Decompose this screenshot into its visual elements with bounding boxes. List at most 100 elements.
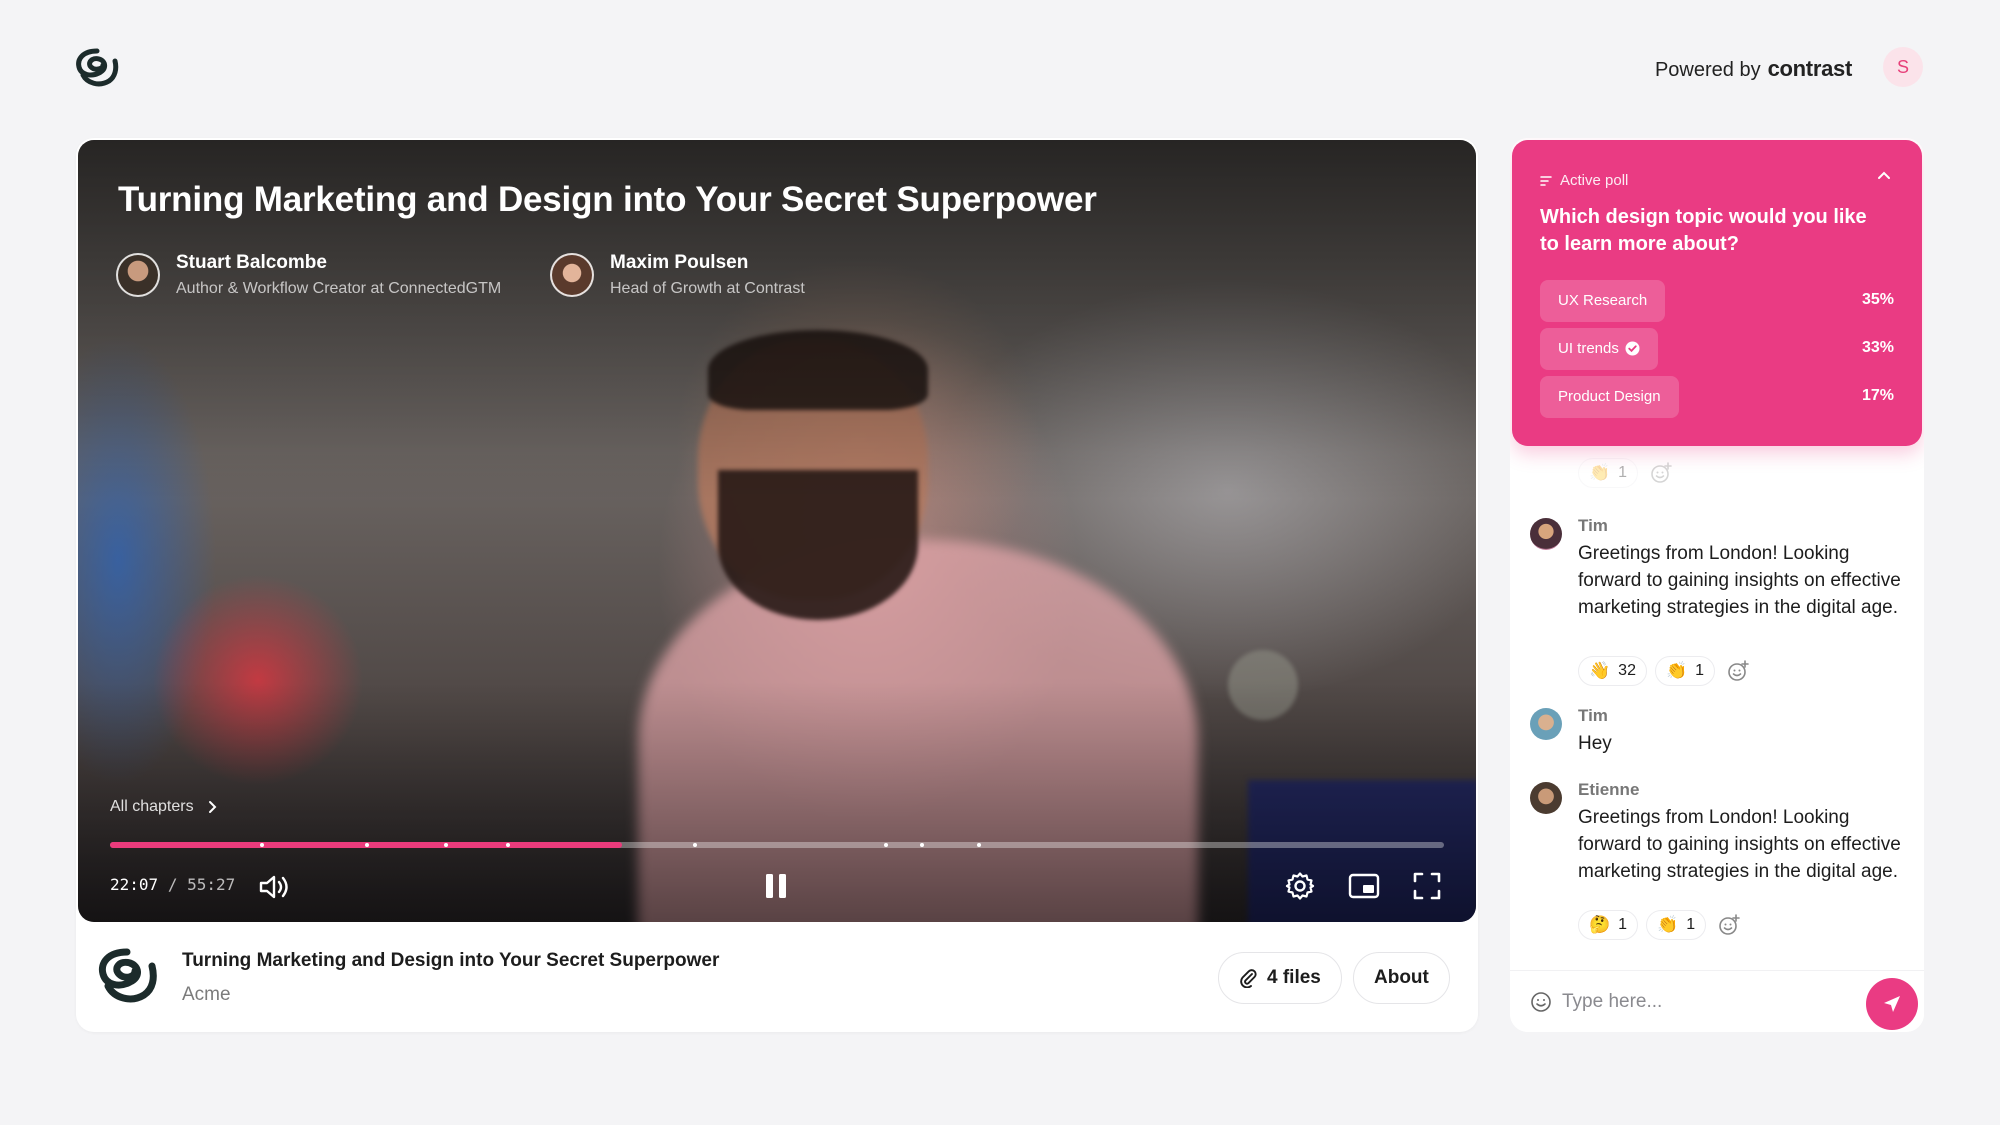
poll-option-label: UX Research bbox=[1558, 292, 1648, 309]
reaction-chip[interactable]: 👏 1 bbox=[1654, 656, 1716, 686]
message-text: Greetings from London! Looking forward t… bbox=[1578, 807, 1901, 882]
about-label: About bbox=[1374, 967, 1429, 988]
speaker-1-avatar bbox=[116, 253, 160, 297]
poll-option[interactable]: UX Research 35% bbox=[1540, 280, 1894, 322]
reaction-emoji: 👏 bbox=[1665, 661, 1688, 680]
chat-panel: Active poll Which design topic would you… bbox=[1510, 138, 1924, 1032]
volume-icon bbox=[259, 875, 288, 899]
speaker-1-role: Author & Workflow Creator at ConnectedGT… bbox=[176, 280, 502, 297]
chapter-marker[interactable] bbox=[365, 843, 369, 847]
poll-question: Which design topic would you like to lea… bbox=[1540, 206, 1867, 255]
collapse-poll-icon[interactable] bbox=[1876, 170, 1892, 182]
speaker-2: Maxim Poulsen Head of Growth at Contrast bbox=[550, 252, 805, 298]
picture-in-picture-button[interactable] bbox=[1347, 870, 1381, 902]
all-chapters-label: All chapters bbox=[110, 798, 194, 815]
volume-button[interactable] bbox=[257, 872, 293, 902]
progress-bar[interactable] bbox=[110, 842, 1444, 848]
all-chapters-button[interactable]: All chapters bbox=[110, 798, 218, 816]
pause-icon bbox=[766, 874, 786, 898]
speaker-2-name: Maxim Poulsen bbox=[610, 252, 749, 273]
message-text: Hey bbox=[1578, 733, 1612, 754]
about-button[interactable]: About bbox=[1353, 952, 1450, 1004]
speaker-2-avatar bbox=[550, 253, 594, 297]
message-author: Etienne bbox=[1578, 780, 1640, 799]
chapter-marker[interactable] bbox=[920, 843, 924, 847]
chapter-marker[interactable] bbox=[884, 843, 888, 847]
chat-input[interactable] bbox=[1562, 985, 1842, 1019]
pause-button[interactable] bbox=[761, 870, 791, 902]
active-poll: Active poll Which design topic would you… bbox=[1512, 140, 1922, 446]
user-avatar[interactable]: S bbox=[1883, 47, 1923, 87]
duration: 55:27 bbox=[187, 875, 236, 894]
time-separator: / bbox=[167, 875, 178, 894]
current-time: 22:07 bbox=[110, 875, 159, 894]
poll-option[interactable]: UI trends 33% bbox=[1540, 328, 1894, 370]
settings-button[interactable] bbox=[1284, 870, 1316, 902]
chapter-marker[interactable] bbox=[260, 843, 264, 847]
poll-option-label: UI trends bbox=[1558, 340, 1619, 357]
previous-message-reactions: 👏 1 bbox=[1578, 458, 1676, 488]
chapter-marker[interactable] bbox=[693, 843, 697, 847]
gear-icon bbox=[1285, 872, 1315, 900]
reaction-emoji: 👏 bbox=[1589, 463, 1611, 482]
send-button[interactable] bbox=[1866, 978, 1918, 1030]
video-player[interactable]: Turning Marketing and Design into Your S… bbox=[78, 140, 1476, 922]
add-reaction-button[interactable] bbox=[1646, 458, 1676, 488]
poll-label: Active poll bbox=[1560, 172, 1629, 189]
reaction-chip[interactable]: 👏 1 bbox=[1578, 458, 1639, 488]
reaction-emoji: 👏 bbox=[1657, 915, 1679, 934]
contrast-wordmark[interactable]: contrast bbox=[1768, 56, 1853, 82]
fullscreen-icon bbox=[1413, 872, 1441, 900]
poll-header: Active poll bbox=[1540, 172, 1628, 189]
add-emoji-icon bbox=[1651, 462, 1672, 483]
files-button[interactable]: 4 files bbox=[1218, 952, 1342, 1004]
paperclip-icon bbox=[1240, 969, 1257, 988]
reaction-count: 1 bbox=[1695, 662, 1705, 679]
poll-option-percent: 35% bbox=[1861, 291, 1894, 308]
message-composer bbox=[1510, 970, 1924, 1032]
reaction-count: 32 bbox=[1618, 662, 1636, 679]
reaction-count: 1 bbox=[1618, 464, 1628, 481]
add-emoji-icon bbox=[1728, 660, 1749, 681]
message-author: Tim bbox=[1578, 706, 1608, 725]
add-emoji-icon bbox=[1719, 914, 1740, 935]
message-author: Tim bbox=[1578, 516, 1608, 535]
poll-option[interactable]: Product Design 17% bbox=[1540, 376, 1894, 418]
reaction-chip[interactable]: 🤔 1 bbox=[1578, 910, 1639, 940]
speaker-1: Stuart Balcombe Author & Workflow Creato… bbox=[116, 252, 501, 298]
reaction-emoji: 👋 bbox=[1589, 661, 1611, 680]
reaction-chip[interactable]: 👏 1 bbox=[1646, 910, 1707, 940]
player-card: Turning Marketing and Design into Your S… bbox=[76, 138, 1478, 1032]
reaction-count: 1 bbox=[1618, 916, 1628, 933]
picture-in-picture-icon bbox=[1348, 873, 1380, 899]
powered-by-prefix: Powered by bbox=[1654, 59, 1761, 81]
emoji-picker-icon[interactable] bbox=[1530, 991, 1552, 1013]
poll-option-label: Product Design bbox=[1558, 388, 1661, 405]
check-icon bbox=[1625, 341, 1640, 356]
avatar bbox=[1530, 518, 1562, 550]
message-reactions: 🤔 1 👏 1 bbox=[1578, 910, 1744, 940]
send-icon bbox=[1884, 996, 1900, 1012]
add-reaction-button[interactable] bbox=[1714, 910, 1744, 940]
time-display: 22:07 / 55:27 bbox=[110, 875, 235, 894]
reaction-chip[interactable]: 👋 32 bbox=[1578, 656, 1647, 686]
fullscreen-button[interactable] bbox=[1411, 870, 1443, 902]
chapter-marker[interactable] bbox=[506, 843, 510, 847]
avatar bbox=[1530, 708, 1562, 740]
app-logo[interactable] bbox=[73, 45, 121, 91]
organizer-name: Acme bbox=[182, 984, 231, 1005]
message-text: Greetings from London! Looking forward t… bbox=[1578, 543, 1901, 618]
poll-option-percent: 33% bbox=[1861, 339, 1894, 356]
speaker-2-role: Head of Growth at Contrast bbox=[610, 280, 805, 297]
add-reaction-button[interactable] bbox=[1723, 656, 1753, 686]
message-reactions: 👋 32 👏 1 bbox=[1578, 656, 1753, 686]
chapter-marker[interactable] bbox=[977, 843, 981, 847]
list-icon bbox=[1540, 175, 1552, 186]
reaction-emoji: 🤔 bbox=[1589, 915, 1611, 934]
poll-option-percent: 17% bbox=[1861, 387, 1894, 404]
reaction-count: 1 bbox=[1686, 916, 1696, 933]
speaker-1-name: Stuart Balcombe bbox=[176, 252, 327, 273]
video-title: Turning Marketing and Design into Your S… bbox=[118, 180, 1097, 219]
chapter-marker[interactable] bbox=[444, 843, 448, 847]
files-label: 4 files bbox=[1267, 967, 1321, 988]
